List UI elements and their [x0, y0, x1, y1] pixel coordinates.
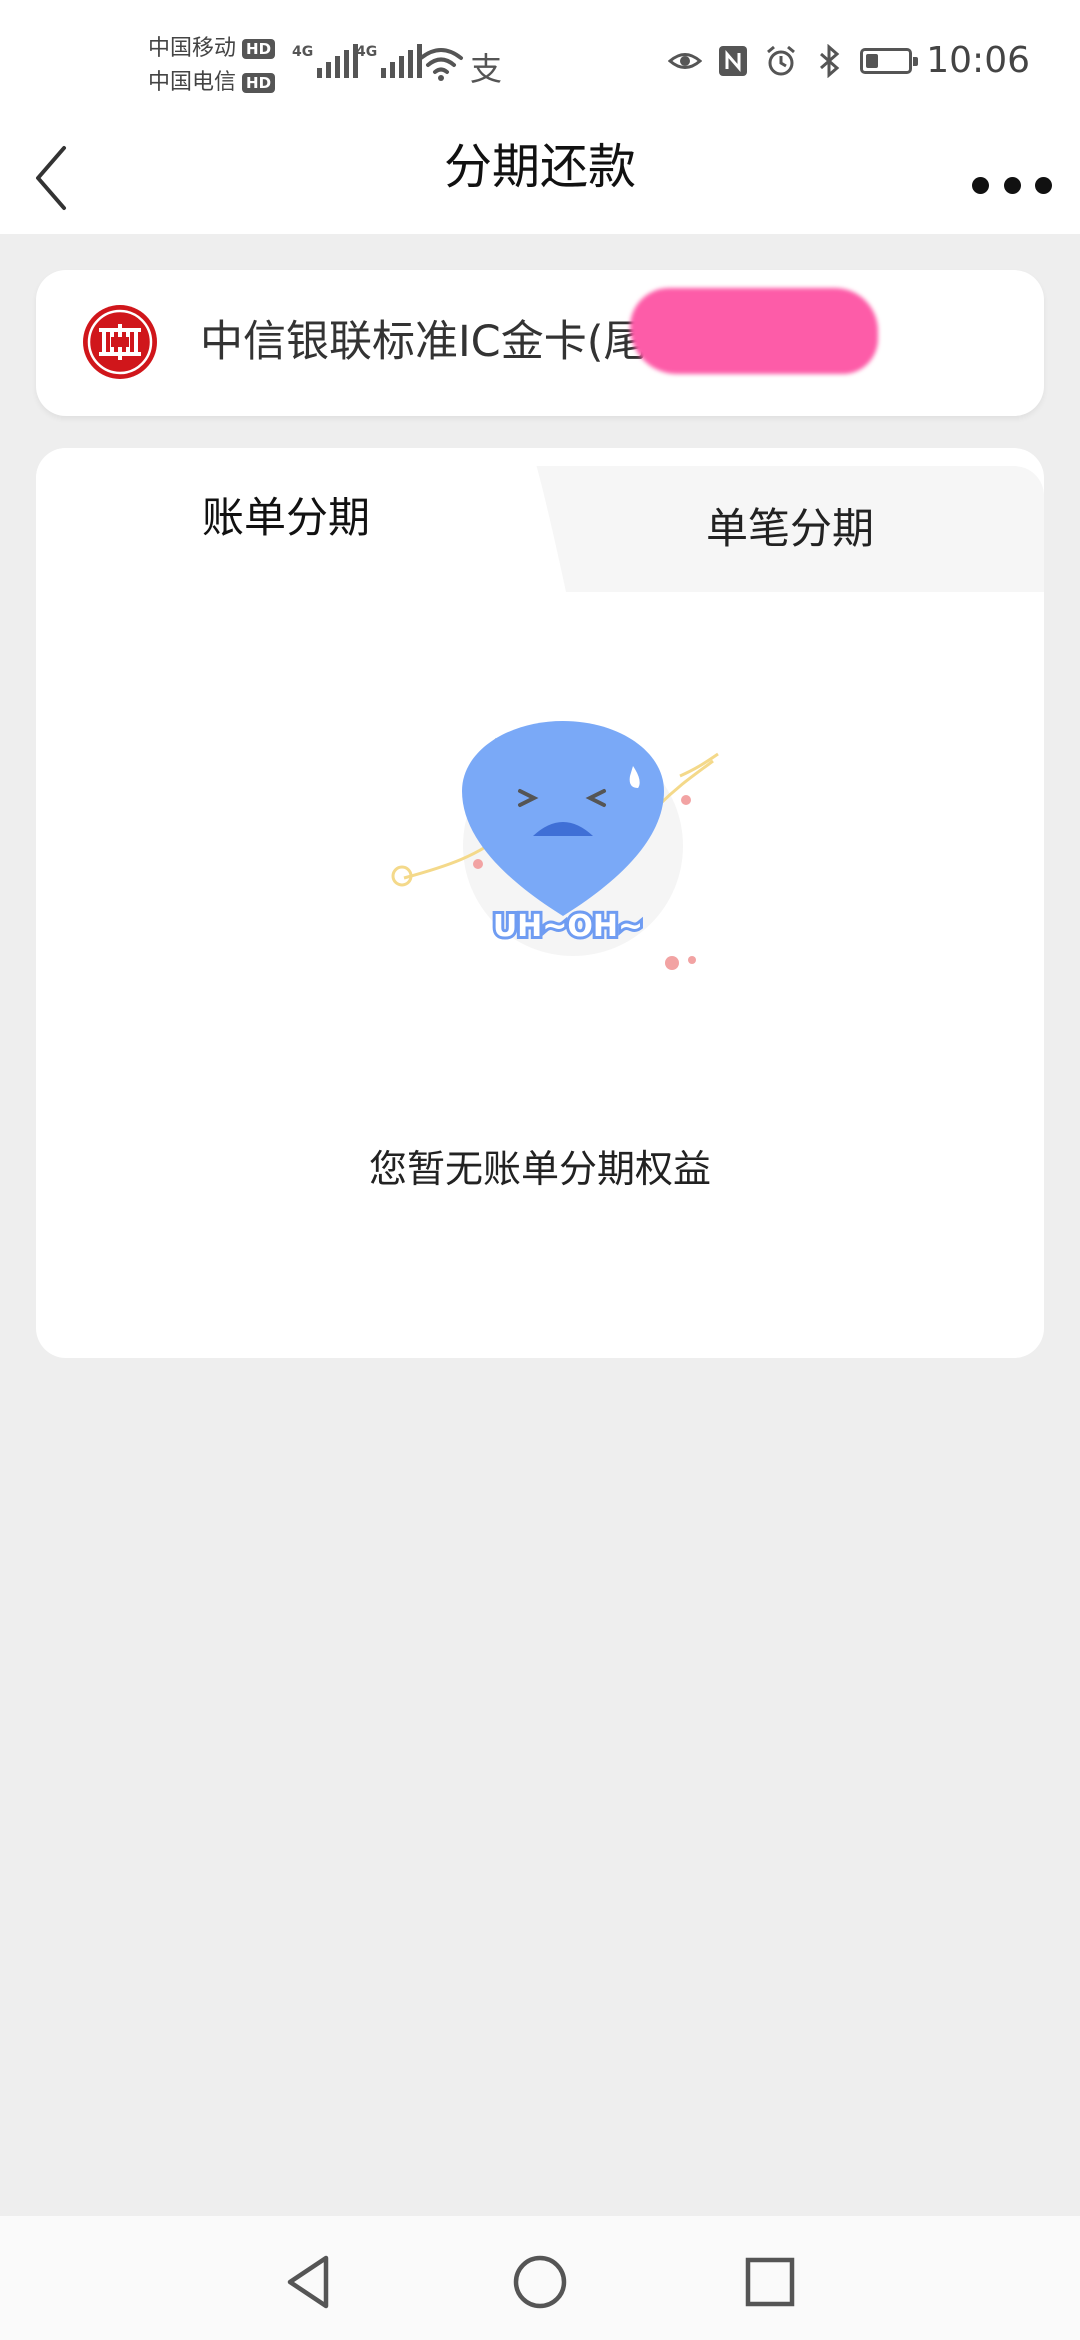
status-icons-right: 10:06 — [668, 40, 1030, 81]
eye-icon — [668, 52, 703, 69]
installment-panel: 账单分期 单笔分期 UH~OH~ 您暂无账单分期权益 — [36, 448, 1044, 1358]
network-type-1: 4G — [292, 44, 314, 60]
carrier-info: 中国移动 HD 中国电信 HD — [148, 32, 276, 100]
alarm-icon — [767, 45, 796, 75]
page-title: 分期还款 — [443, 139, 636, 195]
network-type-2: 4G — [356, 44, 378, 60]
tab-single-installment[interactable]: 单笔分期 — [536, 466, 1044, 592]
card-selector[interactable]: 中信银联标准IC金卡(尾号 — [36, 270, 1044, 416]
battery-icon — [860, 47, 919, 74]
tab-bill-installment[interactable]: 账单分期 — [36, 448, 536, 588]
system-navigation-bar — [0, 2216, 1080, 2340]
signal-2-icon: 4G — [356, 44, 423, 78]
wifi-icon — [419, 48, 463, 81]
recents-square-icon[interactable] — [740, 2252, 800, 2312]
hd-badge: HD — [242, 73, 276, 93]
back-triangle-icon[interactable] — [280, 2252, 340, 2312]
citic-bank-logo — [83, 305, 157, 379]
hd-badge: HD — [242, 39, 276, 59]
status-bar: 中国移动 HD 中国电信 HD 4G 4G 支 10:06 — [0, 0, 1080, 130]
more-button[interactable] — [972, 170, 1052, 200]
signal-1-icon: 4G — [292, 44, 359, 78]
empty-state-illustration: UH~OH~ — [391, 721, 719, 970]
alipay-icon: 支 — [470, 50, 503, 88]
card-name: 中信银联标准IC金卡(尾号 — [200, 317, 690, 367]
bluetooth-icon — [820, 43, 840, 78]
carrier-2: 中国电信 — [148, 70, 237, 95]
empty-state-message: 您暂无账单分期权益 — [368, 1147, 711, 1191]
carrier-1: 中国移动 — [148, 36, 237, 61]
more-dots-icon — [972, 176, 989, 194]
illustration-text: UH~OH~ — [493, 909, 643, 944]
navigation-bar: 分期还款 — [0, 130, 1080, 234]
clock: 10:06 — [926, 40, 1030, 81]
home-circle-icon[interactable] — [510, 2252, 570, 2312]
redaction-mark — [630, 288, 878, 374]
nfc-icon — [719, 45, 748, 76]
